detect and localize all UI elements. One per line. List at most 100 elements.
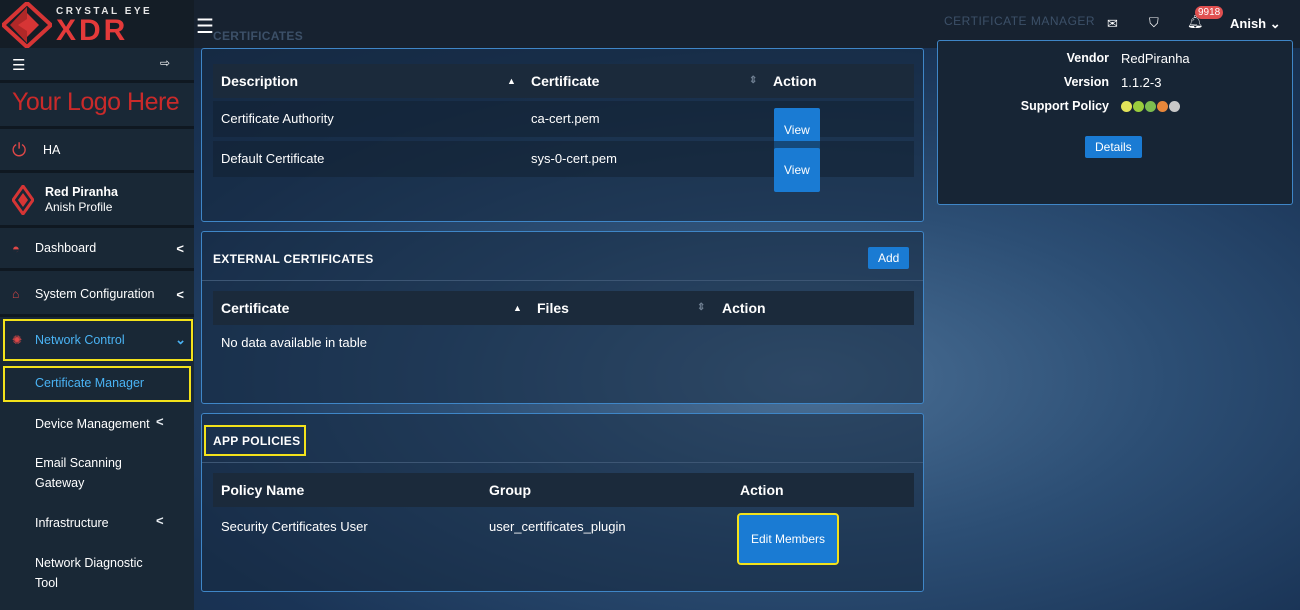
notification-badge: 9918 bbox=[1195, 6, 1224, 19]
cell-group: user_certificates_plugin bbox=[489, 519, 626, 534]
sidebar-profile[interactable]: Red Piranha Anish Profile bbox=[0, 175, 194, 225]
sidebar-item-label: Network Control bbox=[35, 333, 125, 347]
sidebar-item-label: HA bbox=[43, 143, 61, 157]
view-button[interactable]: View bbox=[774, 148, 820, 192]
column-header-action: Action bbox=[740, 482, 784, 498]
sidebar-subitem-certificate-manager[interactable]: Certificate Manager bbox=[2, 365, 192, 403]
chevron-down-icon: ⌄ bbox=[175, 332, 186, 347]
sidebar-item-ha[interactable]: ⏻ HA bbox=[0, 130, 194, 170]
power-icon: ⏻ bbox=[12, 139, 27, 160]
vendor-value: RedPiranha bbox=[1121, 51, 1190, 66]
brand-logo[interactable]: CRYSTAL EYE XDR bbox=[0, 0, 194, 48]
brand-name: XDR bbox=[56, 14, 129, 47]
vendor-label: Vendor bbox=[1066, 51, 1109, 65]
sidebar-subitem-email-scanning-gateway[interactable]: Email Scanning Gateway bbox=[0, 453, 160, 495]
menu-icon[interactable]: ☰ bbox=[12, 56, 25, 74]
mail-icon[interactable]: ✉ bbox=[1107, 16, 1118, 32]
table-row: Default Certificate sys-0-cert.pem View bbox=[213, 141, 914, 192]
sidebar-item-label: Dashboard bbox=[35, 241, 97, 255]
edit-members-button[interactable]: Edit Members bbox=[736, 513, 840, 565]
sort-asc-icon[interactable]: ▲ bbox=[513, 291, 522, 325]
piranha-logo-icon bbox=[12, 185, 34, 215]
logout-icon[interactable]: ⇨ bbox=[160, 56, 170, 70]
sidebar-subitem-label: Infrastructure bbox=[35, 516, 109, 530]
column-header-files[interactable]: Files bbox=[537, 291, 569, 325]
rating-dot bbox=[1145, 101, 1156, 112]
user-menu[interactable]: Anish ⌄ bbox=[1230, 16, 1281, 32]
add-button[interactable]: Add bbox=[868, 247, 910, 269]
sidebar-toolbar: ☰ ⇨ bbox=[0, 52, 194, 78]
sidebar-subitem-label: Certificate Manager bbox=[35, 376, 145, 390]
home-icon: ⌂ bbox=[12, 287, 20, 301]
dashboard-icon: ◓ bbox=[12, 240, 20, 256]
rating-dot bbox=[1169, 101, 1180, 112]
panel-title: CERTIFICATES bbox=[213, 29, 304, 43]
table-header: Policy Name Group Action bbox=[213, 473, 914, 507]
column-header-description[interactable]: Description bbox=[221, 64, 298, 98]
sidebar-item-network-control[interactable]: ✺ Network Control ⌄ bbox=[2, 318, 194, 362]
cell-certificate: ca-cert.pem bbox=[531, 111, 600, 126]
piranha-logo-icon bbox=[2, 2, 52, 48]
divider bbox=[202, 280, 923, 281]
table-header: Certificate ▲ Files ⇕ Action bbox=[213, 291, 914, 325]
profile-subtitle: Anish Profile bbox=[45, 200, 113, 214]
divider bbox=[0, 268, 194, 271]
sort-asc-icon[interactable]: ▲ bbox=[507, 64, 516, 98]
cell-policy-name: Security Certificates User bbox=[221, 519, 368, 534]
sidebar-subitem-label: Email Scanning Gateway bbox=[35, 456, 122, 490]
sidebar-item-dashboard[interactable]: ◓ Dashboard < bbox=[0, 228, 194, 268]
profile-name: Red Piranha bbox=[45, 185, 118, 199]
version-label: Version bbox=[1063, 75, 1109, 89]
chevron-left-icon: < bbox=[176, 286, 184, 302]
shield-icon[interactable]: ⛉ bbox=[1149, 15, 1159, 31]
user-name: Anish bbox=[1230, 16, 1267, 31]
panel-title: EXTERNAL CERTIFICATES bbox=[213, 252, 374, 266]
chevron-left-icon: < bbox=[156, 513, 164, 528]
sidebar-subitem-device-management[interactable]: Device Management < bbox=[0, 410, 194, 440]
column-header-group: Group bbox=[489, 482, 531, 498]
support-policy-label: Support Policy bbox=[1020, 99, 1109, 113]
cell-description: Default Certificate bbox=[221, 151, 325, 166]
rating-dot bbox=[1157, 101, 1168, 112]
chevron-left-icon: < bbox=[176, 240, 184, 256]
external-certificates-panel: EXTERNAL CERTIFICATES Add Certificate ▲ … bbox=[201, 231, 924, 404]
sidebar-subitem-network-diagnostic-tool[interactable]: Network Diagnostic Tool bbox=[0, 553, 160, 595]
page-title-faint: CERTIFICATE MANAGER bbox=[944, 14, 1096, 28]
table-row: Security Certificates User user_certific… bbox=[213, 509, 914, 565]
sort-icon[interactable]: ⇕ bbox=[749, 64, 757, 98]
empty-row: No data available in table bbox=[213, 325, 914, 361]
globe-icon: ✺ bbox=[12, 333, 23, 347]
app-policies-panel: APP POLICIES Policy Name Group Action Se… bbox=[201, 413, 924, 592]
divider bbox=[0, 80, 194, 83]
sidebar: CRYSTAL EYE XDR ☰ ⇨ Your Logo Here ⏻ HA … bbox=[0, 0, 194, 610]
divider bbox=[0, 170, 194, 173]
menu-icon[interactable]: ☰ bbox=[196, 14, 214, 39]
empty-table-message: No data available in table bbox=[221, 335, 367, 350]
support-policy-rating bbox=[1121, 100, 1181, 115]
app-info-panel: Vendor RedPiranha Version 1.1.2-3 Suppor… bbox=[937, 40, 1293, 205]
divider bbox=[0, 314, 194, 317]
table-header: Description ▲ Certificate ⇕ Action bbox=[213, 64, 914, 98]
sort-icon[interactable]: ⇕ bbox=[697, 291, 705, 325]
sidebar-subitem-infrastructure[interactable]: Infrastructure < bbox=[0, 510, 194, 540]
sidebar-subitem-label: Network Diagnostic Tool bbox=[35, 556, 143, 590]
sidebar-item-system-configuration[interactable]: ⌂ System Configuration < bbox=[0, 274, 194, 314]
divider bbox=[202, 462, 923, 463]
details-button[interactable]: Details bbox=[1085, 136, 1142, 158]
chevron-left-icon: < bbox=[156, 414, 164, 429]
sidebar-subitem-label: Device Management bbox=[35, 417, 150, 431]
version-value: 1.1.2-3 bbox=[1121, 75, 1162, 90]
app-policies-header: APP POLICIES bbox=[203, 424, 307, 457]
rating-dot bbox=[1121, 101, 1132, 112]
column-header-action: Action bbox=[722, 300, 766, 316]
column-header-certificate[interactable]: Certificate bbox=[531, 64, 599, 98]
cell-description: Certificate Authority bbox=[221, 111, 334, 126]
certificates-panel: CERTIFICATES Description ▲ Certificate ⇕… bbox=[201, 29, 924, 222]
column-header-certificate[interactable]: Certificate bbox=[221, 291, 289, 325]
table-row: Certificate Authority ca-cert.pem View bbox=[213, 101, 914, 152]
divider bbox=[0, 126, 194, 129]
cell-certificate: sys-0-cert.pem bbox=[531, 151, 617, 166]
rating-dot bbox=[1133, 101, 1144, 112]
column-header-policy-name: Policy Name bbox=[221, 482, 305, 498]
panel-title: APP POLICIES bbox=[213, 434, 301, 448]
